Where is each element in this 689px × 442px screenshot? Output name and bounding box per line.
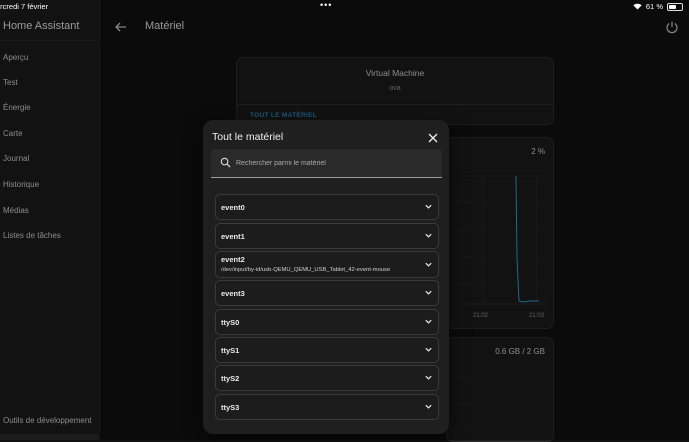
- device-row-event1[interactable]: event1: [215, 223, 439, 249]
- chevron-down-icon[interactable]: [424, 373, 433, 382]
- chevron-down-icon[interactable]: [424, 345, 433, 354]
- chevron-down-icon[interactable]: [424, 317, 433, 326]
- device-name: ttyS2: [221, 374, 240, 383]
- device-row-event2[interactable]: event2 /dev/input/by-id/usb-QEMU_QEMU_US…: [215, 251, 439, 278]
- status-bar: ercredi 7 février ••• 61 %: [0, 0, 689, 14]
- status-date: ercredi 7 février: [0, 2, 49, 11]
- device-row-ttys0[interactable]: ttyS0: [215, 309, 439, 335]
- battery-percent: 61 %: [645, 2, 663, 11]
- device-row-ttys1[interactable]: ttyS1: [215, 337, 439, 363]
- device-row-event0[interactable]: event0: [215, 194, 439, 220]
- search-input[interactable]: [236, 149, 436, 177]
- device-name: event0: [221, 203, 245, 212]
- chevron-down-icon[interactable]: [424, 202, 433, 211]
- device-row-event3[interactable]: event3: [215, 280, 439, 306]
- device-name: event2: [221, 255, 245, 264]
- device-path: /dev/input/by-id/usb-QEMU_QEMU_USB_Table…: [221, 267, 391, 273]
- search-icon: [220, 157, 231, 168]
- device-row-ttys3[interactable]: ttyS3: [215, 394, 439, 420]
- device-name: ttyS1: [221, 346, 240, 355]
- device-name: ttyS0: [221, 318, 240, 327]
- close-icon[interactable]: [427, 132, 439, 144]
- status-right: 61 %: [633, 2, 683, 11]
- chevron-down-icon[interactable]: [424, 260, 433, 269]
- chevron-down-icon[interactable]: [424, 231, 433, 240]
- device-row-ttys2[interactable]: ttyS2: [215, 365, 439, 391]
- search-box: [211, 149, 442, 178]
- device-name: event3: [221, 289, 245, 298]
- battery-icon: [667, 2, 683, 11]
- chevron-down-icon[interactable]: [424, 288, 433, 297]
- device-name: event1: [221, 232, 245, 241]
- chevron-down-icon[interactable]: [424, 402, 433, 411]
- device-name: ttyS3: [221, 403, 240, 412]
- wifi-icon: [633, 3, 642, 10]
- all-hardware-dialog: Tout le matériel event0 event1 event2 /d…: [203, 120, 449, 434]
- multitask-dots[interactable]: •••: [320, 0, 332, 10]
- dialog-title: Tout le matériel: [212, 131, 284, 143]
